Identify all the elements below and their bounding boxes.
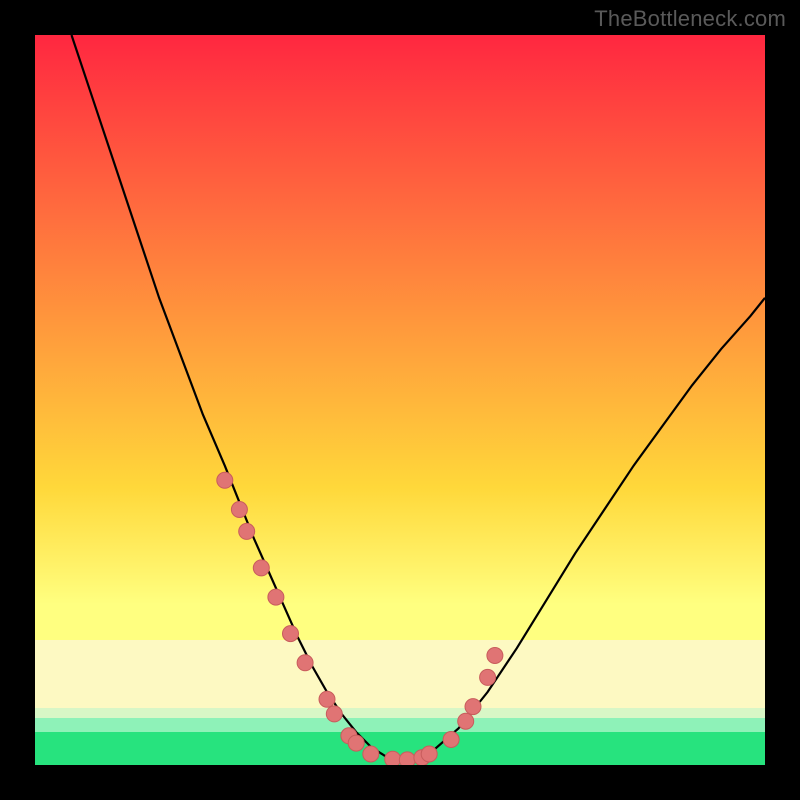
curve-marker — [385, 751, 401, 767]
frame-bottom — [0, 765, 800, 800]
curve-marker — [458, 713, 474, 729]
curve-marker — [239, 523, 255, 539]
bottleneck-plot — [0, 0, 800, 800]
curve-marker — [231, 502, 247, 518]
green-strip-fade — [35, 718, 765, 732]
curve-marker — [421, 746, 437, 762]
curve-marker — [465, 699, 481, 715]
frame-right — [765, 0, 800, 800]
curve-marker — [268, 589, 284, 605]
curve-marker — [443, 732, 459, 748]
curve-marker — [217, 472, 233, 488]
curve-marker — [319, 691, 335, 707]
curve-marker — [326, 706, 342, 722]
watermark-text: TheBottleneck.com — [594, 6, 786, 32]
curve-marker — [487, 648, 503, 664]
curve-marker — [297, 655, 313, 671]
green-strip-fade2 — [35, 708, 765, 718]
curve-marker — [348, 735, 364, 751]
frame-left — [0, 0, 35, 800]
curve-marker — [283, 626, 299, 642]
curve-marker — [253, 560, 269, 576]
chart-canvas: TheBottleneck.com — [0, 0, 800, 800]
curve-marker — [480, 669, 496, 685]
curve-marker — [363, 746, 379, 762]
